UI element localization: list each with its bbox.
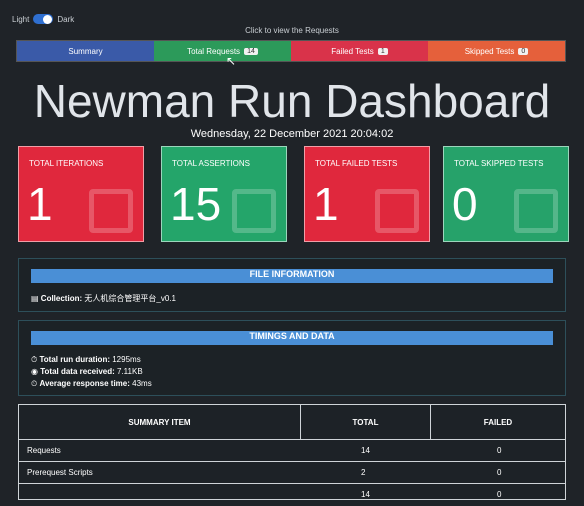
file-info-heading: FILE INFORMATION: [31, 269, 553, 283]
card-total-failed-tests: TOTAL FAILED TESTS 1: [304, 146, 430, 242]
row-item: Prerequest Scripts: [27, 468, 93, 477]
row-total: 14: [361, 446, 370, 455]
card-label: TOTAL FAILED TESTS: [315, 159, 398, 168]
tab-skipped-label: Skipped Tests: [464, 46, 515, 56]
data-row: ◉ Total data received: 7.11KB: [31, 367, 143, 376]
timings-panel: TIMINGS AND DATA ⏱ Total run duration: 1…: [18, 320, 566, 396]
table-row: Requests 14 0: [19, 439, 565, 462]
skipped-count-badge: 0: [518, 47, 529, 55]
card-value: 0: [452, 178, 478, 230]
card-label: TOTAL ITERATIONS: [29, 159, 104, 168]
header-total: TOTAL: [301, 405, 431, 439]
requests-count-badge: 14: [244, 47, 258, 55]
card-total-assertions: TOTAL ASSERTIONS 15: [161, 146, 287, 242]
theme-toggle[interactable]: Light Dark: [12, 14, 74, 24]
row-failed: 0: [497, 490, 502, 499]
response-value: 43ms: [132, 379, 152, 388]
page-title: Newman Run Dashboard: [33, 75, 551, 127]
summary-table: SUMMARY ITEM TOTAL FAILED Requests 14 0 …: [18, 404, 566, 500]
database-icon: ◉: [31, 367, 38, 376]
duration-label: Total run duration:: [39, 355, 110, 364]
list-check-icon: [232, 189, 276, 233]
response-label: Average response time:: [39, 379, 130, 388]
dark-label: Dark: [57, 14, 75, 24]
data-value: 7.11KB: [117, 367, 143, 376]
row-failed: 0: [497, 446, 502, 455]
stopwatch-icon: ⏱: [31, 355, 38, 364]
card-value: 1: [27, 178, 53, 230]
data-label: Total data received:: [40, 367, 115, 376]
refresh-icon: [89, 189, 133, 233]
ban-icon: [375, 189, 419, 233]
card-label: TOTAL ASSERTIONS: [172, 159, 250, 168]
card-total-iterations: TOTAL ITERATIONS 1: [18, 146, 144, 242]
light-label: Light: [12, 14, 30, 24]
run-datetime: Wednesday, 22 December 2021 20:04:02: [190, 128, 394, 140]
response-row: ⏲ Average response time: 43ms: [31, 379, 152, 389]
card-value: 1: [313, 178, 339, 230]
header-summary-item: SUMMARY ITEM: [19, 405, 301, 439]
share-icon: [514, 189, 558, 233]
row-item: Requests: [27, 446, 61, 455]
card-label: TOTAL SKIPPED TESTS: [454, 159, 544, 168]
tab-failed-label: Failed Tests: [331, 46, 374, 56]
tab-bar: Summary Total Requests 14 Failed Tests 1…: [16, 40, 566, 62]
mouse-cursor-icon: ↖: [226, 54, 237, 68]
row-failed: 0: [497, 468, 502, 477]
collection-label: Collection:: [40, 294, 83, 303]
switch-knob: [43, 14, 53, 24]
file-information-panel: FILE INFORMATION ▤ Collection: 无人机综合管理平台…: [18, 258, 566, 312]
row-total: 14: [361, 490, 370, 499]
file-icon: ▤: [31, 294, 39, 303]
collection-value: 无人机综合管理平台_v0.1: [84, 294, 176, 303]
requests-hint: Click to view the Requests: [245, 26, 339, 35]
duration-value: 1295ms: [112, 355, 141, 364]
card-total-skipped-tests: TOTAL SKIPPED TESTS 0: [443, 146, 569, 242]
row-total: 2: [361, 468, 366, 477]
theme-switch[interactable]: [33, 14, 54, 24]
tab-summary[interactable]: Summary: [17, 41, 154, 61]
timings-heading: TIMINGS AND DATA: [31, 331, 553, 345]
clock-icon: ⏲: [31, 379, 38, 388]
tab-summary-label: Summary: [68, 46, 103, 56]
duration-row: ⏱ Total run duration: 1295ms: [31, 355, 141, 365]
tab-total-requests[interactable]: Total Requests 14: [154, 41, 291, 61]
collection-row: ▤ Collection: 无人机综合管理平台_v0.1: [31, 293, 176, 304]
tab-failed-tests[interactable]: Failed Tests 1: [291, 41, 428, 61]
header-failed: FAILED: [483, 417, 513, 427]
table-row: Prerequest Scripts 2 0: [19, 461, 565, 484]
failed-count-badge: 1: [377, 47, 388, 55]
tab-skipped-tests[interactable]: Skipped Tests 0: [428, 41, 565, 61]
card-value: 15: [170, 178, 222, 230]
stats-cards: TOTAL ITERATIONS 1 TOTAL ASSERTIONS 15 T…: [18, 146, 570, 244]
table-row: 14 0: [19, 483, 565, 506]
